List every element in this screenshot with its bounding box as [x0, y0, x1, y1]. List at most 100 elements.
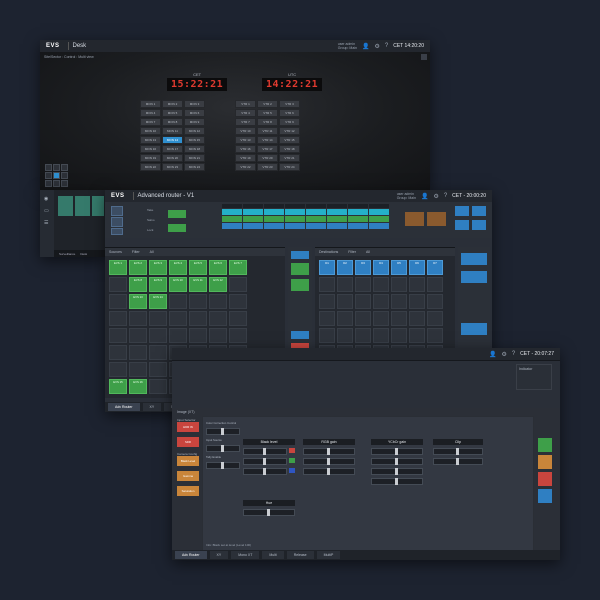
destination-button[interactable]: [427, 294, 443, 309]
matrix-button[interactable]: VTR 16: [235, 145, 256, 153]
slider[interactable]: [243, 468, 287, 475]
slider[interactable]: [243, 509, 295, 516]
sources-filter-all[interactable]: All: [150, 250, 154, 254]
matrix-button[interactable]: MON 14: [162, 136, 183, 144]
destinations-filter[interactable]: Filter: [348, 250, 356, 254]
destination-button[interactable]: D7: [427, 260, 443, 275]
source-button[interactable]: [149, 379, 167, 394]
slider[interactable]: [371, 478, 423, 485]
source-button[interactable]: [129, 328, 147, 343]
source-button[interactable]: EVS 12: [209, 277, 227, 292]
gear-icon[interactable]: ⚙: [501, 351, 506, 358]
tab-release[interactable]: Release: [286, 551, 314, 559]
matrix-button[interactable]: MON 10: [140, 127, 161, 135]
action-button[interactable]: [455, 220, 469, 230]
field-input[interactable]: [206, 445, 240, 452]
matrix-button[interactable]: VTR 24: [279, 163, 300, 171]
source-button[interactable]: [169, 328, 187, 343]
source-button[interactable]: EVS 2: [129, 260, 147, 275]
pad-button[interactable]: [61, 180, 68, 187]
black-level-button[interactable]: Black Level: [177, 456, 199, 466]
right-action-button[interactable]: [461, 323, 487, 335]
hdr-button[interactable]: HDR IN: [177, 422, 199, 432]
slider[interactable]: [303, 468, 355, 475]
slider[interactable]: [303, 448, 355, 455]
destination-button[interactable]: [373, 294, 389, 309]
bus-cell[interactable]: [306, 209, 326, 215]
bus-cell[interactable]: [243, 223, 263, 229]
source-button[interactable]: EVS 1: [109, 260, 127, 275]
tab-multip[interactable]: MultiP: [316, 551, 341, 559]
tab-xy[interactable]: XY: [142, 403, 162, 411]
tab-adv-router[interactable]: Adv Router: [108, 403, 140, 411]
destination-button[interactable]: [319, 294, 335, 309]
bus-cell[interactable]: [348, 216, 368, 222]
source-button[interactable]: EVS 9: [149, 277, 167, 292]
slider[interactable]: [433, 448, 483, 455]
matrix-button[interactable]: VTR 13: [235, 136, 256, 144]
destination-button[interactable]: [409, 311, 425, 326]
matrix-button[interactable]: MON 11: [162, 127, 183, 135]
destination-button[interactable]: D5: [391, 260, 407, 275]
matrix-button[interactable]: MON 4: [140, 109, 161, 117]
matrix-button[interactable]: VTR 22: [235, 163, 256, 171]
bus-cell[interactable]: [243, 209, 263, 215]
matrix-button[interactable]: VTR 20: [257, 154, 278, 162]
destination-button[interactable]: [319, 277, 335, 292]
source-button[interactable]: EVS 11: [189, 277, 207, 292]
matrix-button[interactable]: VTR 9: [279, 118, 300, 126]
matrix-button[interactable]: MON 18: [184, 145, 205, 153]
source-button[interactable]: [109, 277, 127, 292]
source-button[interactable]: [189, 294, 207, 309]
tool-button[interactable]: [111, 206, 123, 216]
destination-button[interactable]: D6: [409, 260, 425, 275]
matrix-button[interactable]: MON 21: [184, 154, 205, 162]
matrix-button[interactable]: VTR 6: [279, 109, 300, 117]
field-input[interactable]: [206, 462, 240, 469]
destination-button[interactable]: [373, 328, 389, 343]
action-button[interactable]: [472, 206, 486, 216]
matrix-button[interactable]: VTR 18: [279, 145, 300, 153]
source-button[interactable]: [229, 277, 247, 292]
slider[interactable]: [303, 458, 355, 465]
pad-button-active[interactable]: [53, 172, 60, 179]
source-button[interactable]: [129, 311, 147, 326]
source-button[interactable]: EVS 4: [169, 260, 187, 275]
right-green-button[interactable]: [538, 438, 552, 452]
field-input[interactable]: [206, 428, 240, 435]
source-button[interactable]: EVS 8: [129, 277, 147, 292]
matrix-button[interactable]: MON 9: [184, 118, 205, 126]
bus-cell[interactable]: [285, 209, 305, 215]
source-button[interactable]: [109, 362, 127, 377]
matrix-button[interactable]: MON 8: [162, 118, 183, 126]
tab-mono-xt[interactable]: Mono XT: [231, 551, 260, 559]
matrix-button[interactable]: VTR 1: [235, 100, 256, 108]
matrix-button[interactable]: VTR 14: [257, 136, 278, 144]
matrix-button[interactable]: MON 24: [184, 163, 205, 171]
destination-button[interactable]: [391, 311, 407, 326]
matrix-button[interactable]: VTR 12: [279, 127, 300, 135]
slider[interactable]: [371, 458, 423, 465]
destination-button[interactable]: D2: [337, 260, 353, 275]
slider[interactable]: [371, 448, 423, 455]
source-button[interactable]: [189, 311, 207, 326]
matrix-button[interactable]: VTR 21: [279, 154, 300, 162]
tab-xy[interactable]: XY: [209, 551, 229, 559]
gear-icon[interactable]: ⚙: [375, 43, 380, 50]
camera-icon[interactable]: ◉: [44, 196, 50, 202]
slider[interactable]: [371, 468, 423, 475]
tab-multi[interactable]: Multi: [262, 551, 284, 559]
matrix-button[interactable]: VTR 7: [235, 118, 256, 126]
matrix-button[interactable]: VTR 8: [257, 118, 278, 126]
matrix-button[interactable]: MON 6: [184, 109, 205, 117]
source-button[interactable]: [149, 345, 167, 360]
source-button[interactable]: [169, 311, 187, 326]
right-action-button[interactable]: [461, 271, 487, 283]
source-button[interactable]: [209, 311, 227, 326]
help-icon[interactable]: ?: [512, 351, 515, 357]
tool-button[interactable]: [111, 217, 123, 227]
pad-button[interactable]: [45, 180, 52, 187]
destination-button[interactable]: D3: [355, 260, 371, 275]
tab-desk[interactable]: Desk: [80, 252, 87, 256]
source-button[interactable]: EVS 16: [129, 379, 147, 394]
